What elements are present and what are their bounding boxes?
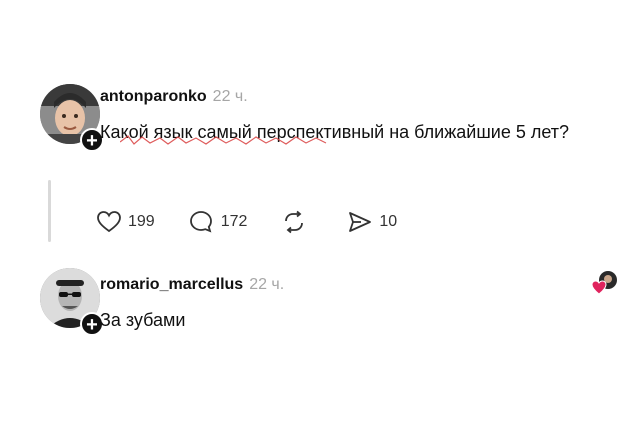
comment-count: 172 xyxy=(220,213,248,230)
repost-arrows-icon xyxy=(285,210,304,234)
threads-screen: + antonparonko 22 ч. Какой язык самый пер… xyxy=(0,0,640,440)
username[interactable]: antonparonko xyxy=(100,88,207,105)
post-meta: antonparonko 22 ч. xyxy=(100,88,248,106)
reply-avatar-wrap[interactable]: + xyxy=(40,268,104,336)
repost-button[interactable] xyxy=(281,210,313,234)
like-count: 199 xyxy=(128,213,155,230)
thread-connector-line xyxy=(48,180,51,242)
heart-reaction-icon[interactable] xyxy=(590,268,620,298)
thread: + antonparonko 22 ч. Какой язык самый пер… xyxy=(0,72,640,368)
reply-meta: romario_marcellus 22 ч. xyxy=(100,276,284,294)
reply-username[interactable]: romario_marcellus xyxy=(100,276,243,293)
heart-outline-icon xyxy=(97,211,121,233)
comment-button[interactable]: 172 xyxy=(189,210,248,234)
post-text: Какой язык самый перспективный на ближай… xyxy=(100,122,570,142)
send-arrow-icon xyxy=(349,212,372,232)
share-button[interactable]: 10 xyxy=(347,210,397,234)
reply-post: + romario_marcellus 22 ч. За зубами xyxy=(0,248,640,368)
timestamp: 22 ч. xyxy=(212,88,248,105)
avatar-wrap[interactable]: + xyxy=(40,84,104,152)
post-actions: 199 172 10 xyxy=(96,210,431,234)
reply-timestamp: 22 ч. xyxy=(249,276,285,293)
like-button[interactable]: 199 xyxy=(96,210,155,234)
reply-text: За зубами xyxy=(100,310,186,330)
post: + antonparonko 22 ч. Какой язык самый пер… xyxy=(0,72,640,248)
speech-bubble-icon xyxy=(189,211,212,233)
share-count: 10 xyxy=(379,213,398,230)
